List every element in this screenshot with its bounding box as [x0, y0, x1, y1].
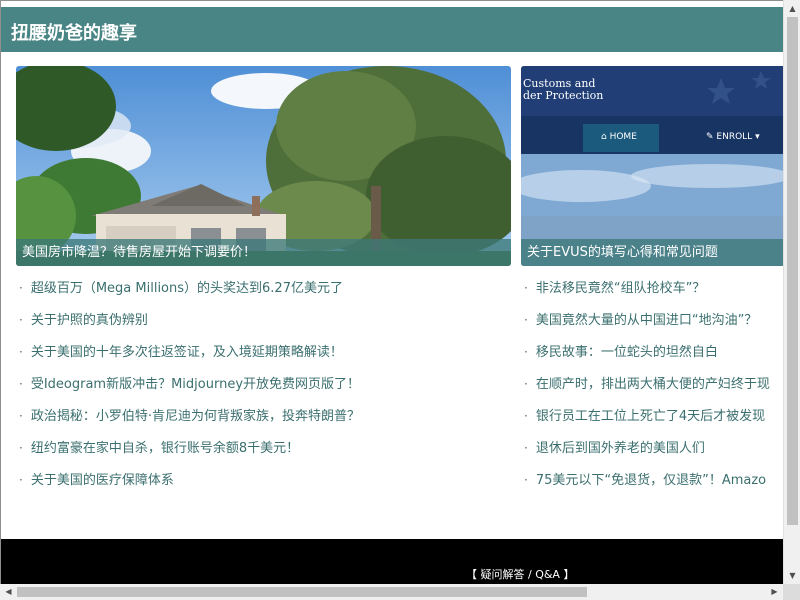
- list-item[interactable]: · 超级百万（Mega Millions）的头奖达到6.27亿美元了: [19, 273, 499, 305]
- faq-link[interactable]: 【 疑问解答 / Q&A 】: [466, 566, 574, 582]
- site-header: 扭腰奶爸的趣享: [1, 7, 783, 52]
- bullet-icon: ·: [19, 313, 23, 327]
- featured-card-evus[interactable]: Customs and der Protection ⌂ HOME ✎ ENRO…: [521, 66, 783, 266]
- article-list-right: · 非法移民竟然“组队抢校车”？ · 美国竟然大量的从中国进口“地沟油”？ · 移民故…: [524, 273, 783, 497]
- list-item[interactable]: · 纽约富豪在家中自杀，银行账号余额8千美元！: [19, 433, 499, 465]
- list-item[interactable]: · 关于美国的医疗保障体系: [19, 465, 499, 497]
- list-item[interactable]: · 政治揭秘：小罗伯特·肯尼迪为何背叛家族，投奔特朗普？: [19, 401, 499, 433]
- list-item[interactable]: · 关于美国的十年多次往返签证，及入境延期策略解读！: [19, 337, 499, 369]
- list-item[interactable]: · 移民故事：一位蛇头的坦然自白: [524, 337, 783, 369]
- list-item[interactable]: · 银行员工在工位上死亡了4天后才被发现: [524, 401, 783, 433]
- scrollbar-corner: [783, 584, 800, 600]
- list-item[interactable]: · 关于护照的真伪辨别: [19, 305, 499, 337]
- vertical-scrollbar[interactable]: ▲ ▼: [783, 0, 800, 584]
- bullet-icon: ·: [524, 313, 528, 327]
- vertical-scroll-thumb[interactable]: [787, 17, 798, 525]
- site-title[interactable]: 扭腰奶爸的趣享: [11, 19, 137, 45]
- scroll-down-icon[interactable]: ▼: [784, 567, 800, 584]
- nav-home: ⌂ HOME: [601, 132, 637, 142]
- browser-viewport: 扭腰奶爸的趣享 美国房市降温？待售房屋开始下调要价！ Customs and d…: [0, 0, 783, 584]
- list-item[interactable]: · 在顺产时，排出两大桶大便的产妇终于现: [524, 369, 783, 401]
- bullet-icon: ·: [524, 345, 528, 359]
- list-item[interactable]: · 受Ideogram新版冲击？Midjourney开放免费网页版了！: [19, 369, 499, 401]
- bullet-icon: ·: [524, 473, 528, 487]
- house-photo: [16, 66, 511, 266]
- bullet-icon: ·: [524, 281, 528, 295]
- pencil-icon: ✎: [706, 132, 717, 142]
- scroll-right-icon[interactable]: ▶: [766, 584, 783, 600]
- home-icon: ⌂: [601, 132, 610, 142]
- nav-enroll: ✎ ENROLL ▾: [706, 132, 760, 142]
- list-item[interactable]: · 非法移民竟然“组队抢校车”？: [524, 273, 783, 305]
- featured-card-house[interactable]: 美国房市降温？待售房屋开始下调要价！: [16, 66, 511, 266]
- horizontal-scroll-thumb[interactable]: [17, 587, 587, 597]
- cbp-banner-text: Customs and der Protection: [523, 77, 604, 102]
- bullet-icon: ·: [524, 441, 528, 455]
- caret-down-icon: ▾: [752, 132, 760, 142]
- list-item[interactable]: · 退休后到国外养老的美国人们: [524, 433, 783, 465]
- scroll-left-icon[interactable]: ◀: [0, 584, 17, 600]
- bullet-icon: ·: [19, 441, 23, 455]
- list-item[interactable]: · 美国竟然大量的从中国进口“地沟油”？: [524, 305, 783, 337]
- card-caption[interactable]: 关于EVUS的填写心得和常见问题: [521, 239, 783, 266]
- bullet-icon: ·: [524, 409, 528, 423]
- bullet-icon: ·: [19, 345, 23, 359]
- bullet-icon: ·: [19, 409, 23, 423]
- horizontal-scrollbar[interactable]: ◀ ▶: [0, 584, 783, 600]
- bullet-icon: ·: [19, 377, 23, 391]
- site-footer: 【 疑问解答 / Q&A 】: [1, 539, 783, 584]
- card-caption[interactable]: 美国房市降温？待售房屋开始下调要价！: [16, 239, 511, 266]
- list-item[interactable]: · 75美元以下“免退货，仅退款”！Amazo: [524, 465, 783, 497]
- bullet-icon: ·: [524, 377, 528, 391]
- bullet-icon: ·: [19, 281, 23, 295]
- scroll-up-icon[interactable]: ▲: [784, 0, 800, 17]
- bullet-icon: ·: [19, 473, 23, 487]
- article-list-left: · 超级百万（Mega Millions）的头奖达到6.27亿美元了 · 关于护照的…: [19, 273, 499, 497]
